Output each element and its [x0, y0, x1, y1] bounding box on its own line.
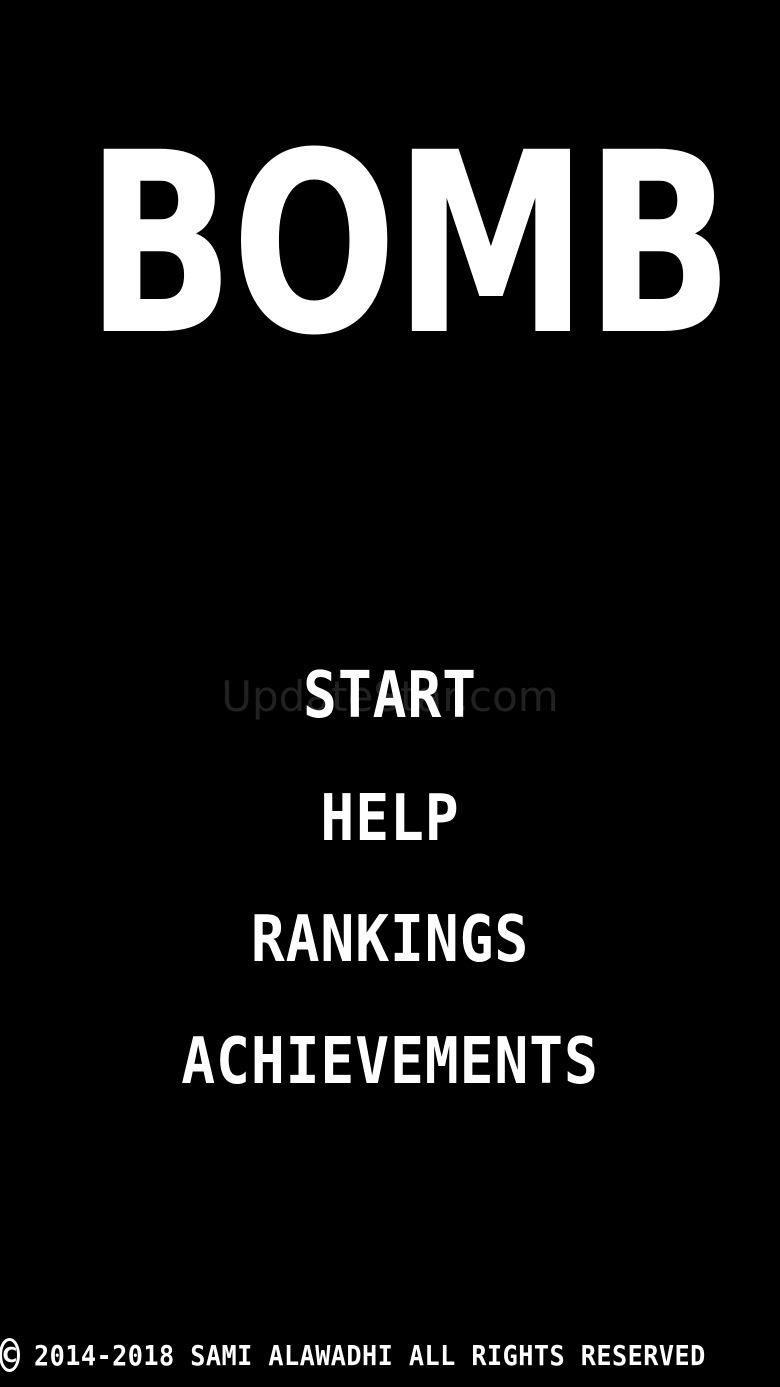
- main-menu-screen: BOMB UpdateStar.com START HELP RANKINGS …: [0, 0, 780, 1387]
- copyright-text: 2014-2018 SAMI ALAWADHI ALL RIGHTS RESER…: [34, 1338, 706, 1372]
- copyright-footer: C 2014-2018 SAMI ALAWADHI ALL RIGHTS RES…: [0, 1330, 780, 1380]
- rankings-button[interactable]: RANKINGS: [47, 908, 733, 972]
- achievements-button[interactable]: ACHIEVEMENTS: [47, 1030, 733, 1094]
- copyright-icon: C: [0, 1338, 21, 1372]
- game-title-logo: BOMB: [85, 99, 734, 390]
- help-button[interactable]: HELP: [47, 787, 733, 851]
- start-button[interactable]: START: [47, 664, 733, 728]
